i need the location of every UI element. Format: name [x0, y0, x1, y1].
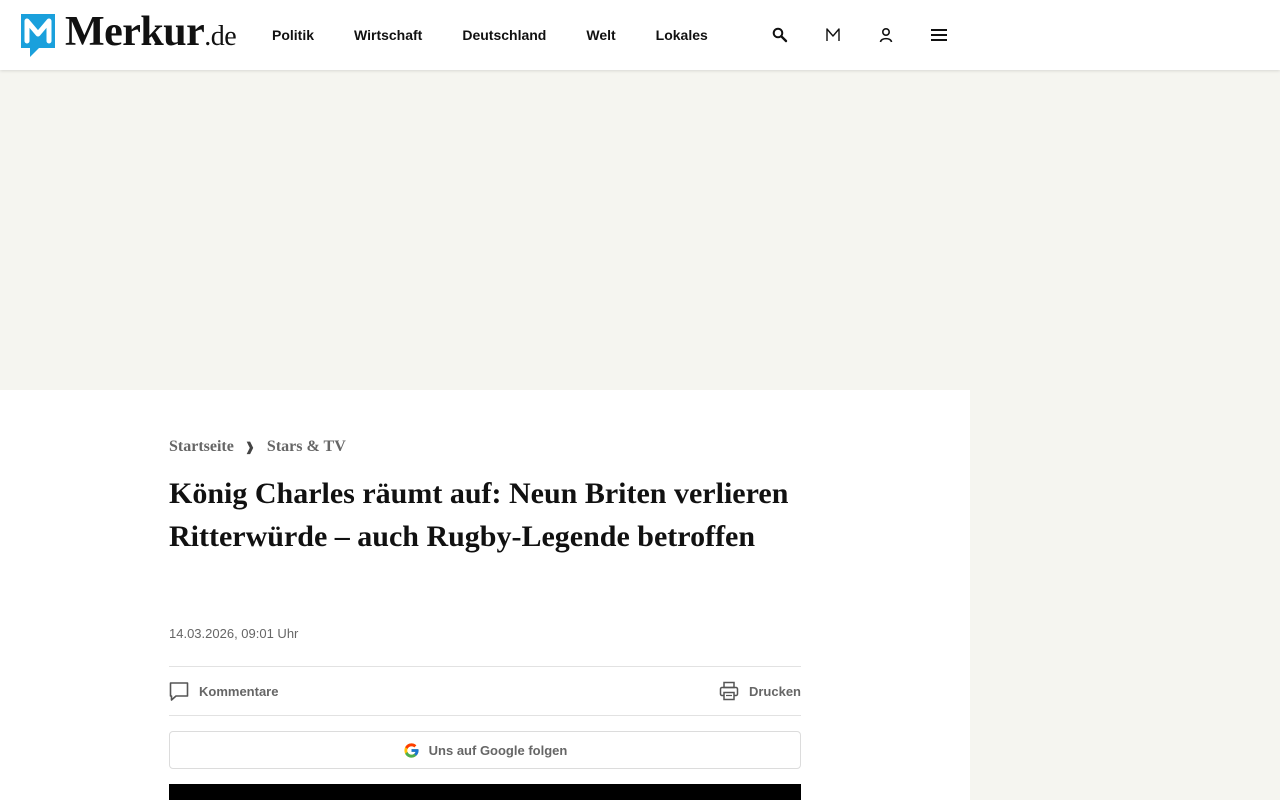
main-nav: Politik Wirtschaft Deutschland Welt Loka… [252, 0, 728, 70]
search-icon [772, 27, 788, 43]
account-button[interactable] [872, 22, 900, 48]
ad-placeholder [0, 70, 1280, 390]
nav-item-politik[interactable]: Politik [252, 27, 334, 43]
article-title: König Charles räumt auf: Neun Briten ver… [169, 477, 789, 553]
google-follow-label: Uns auf Google folgen [428, 742, 568, 758]
m-plus-button[interactable] [819, 22, 847, 48]
print-button[interactable]: Drucken [719, 667, 801, 715]
video-player[interactable] [169, 784, 801, 800]
breadcrumb-stars-tv[interactable]: Stars & TV [267, 438, 346, 456]
article-container: Startseite ❱ Stars & TV König Charles rä… [0, 390, 970, 800]
google-icon [404, 742, 419, 758]
breadcrumb-home[interactable]: Startseite [169, 438, 234, 456]
comments-label: Kommentare [199, 683, 279, 699]
header-icons [766, 22, 953, 48]
site-logo[interactable]: Merkur.de [18, 9, 237, 60]
merkur-logo-icon [21, 14, 55, 57]
nav-item-deutschland[interactable]: Deutschland [442, 27, 566, 43]
nav-item-lokales[interactable]: Lokales [636, 27, 728, 43]
google-follow-button[interactable]: Uns auf Google folgen [169, 731, 801, 769]
breadcrumb: Startseite ❱ Stars & TV [169, 438, 346, 456]
nav-item-wirtschaft[interactable]: Wirtschaft [334, 27, 442, 43]
comments-button[interactable]: Kommentare [169, 667, 278, 715]
nav-item-welt[interactable]: Welt [566, 27, 635, 43]
article-action-bar: Kommentare Drucken [169, 666, 801, 716]
m-icon [826, 28, 840, 41]
print-label: Drucken [748, 683, 801, 699]
comment-icon [169, 682, 189, 701]
user-icon [879, 27, 893, 43]
menu-icon [931, 29, 947, 41]
site-header: Merkur.de Politik Wirtschaft Deutschland… [0, 0, 1280, 70]
article-date: 14.03.2026, 09:01 Uhr [169, 626, 299, 641]
search-button[interactable] [766, 22, 794, 48]
printer-icon [719, 681, 739, 701]
logo-wordmark: Merkur.de [65, 9, 237, 55]
menu-button[interactable] [925, 22, 953, 48]
breadcrumb-separator-icon: ❱ [244, 439, 255, 454]
